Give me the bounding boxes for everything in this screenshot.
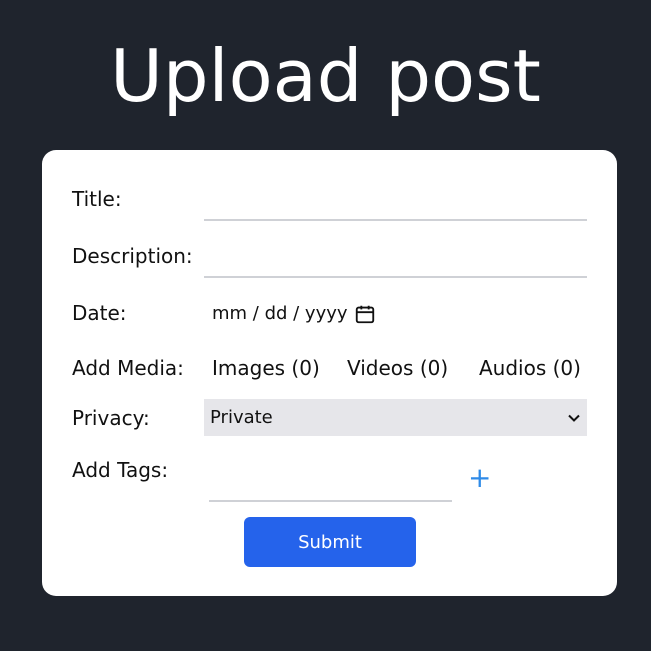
upload-post-page: Upload post Title: Description: Date: mm… (0, 0, 651, 651)
submit-button[interactable]: Submit (244, 517, 416, 567)
page-title: Upload post (110, 34, 541, 118)
upload-form-card: Title: Description: Date: mm / dd / yyyy… (42, 150, 617, 596)
add-tags-label: Add Tags: (72, 458, 169, 482)
title-label: Title: (72, 187, 122, 211)
chevron-down-icon (568, 414, 580, 422)
date-input[interactable]: mm / dd / yyyy (212, 302, 376, 326)
privacy-selected-value: Private (210, 407, 273, 428)
plus-icon: + (468, 461, 492, 494)
add-audios-button[interactable]: Audios (0) (479, 356, 581, 380)
date-label: Date: (72, 301, 127, 325)
title-input[interactable] (204, 188, 587, 221)
privacy-select[interactable]: Private (204, 399, 587, 436)
add-videos-button[interactable]: Videos (0) (347, 356, 448, 380)
calendar-icon[interactable] (354, 303, 376, 325)
description-label: Description: (72, 244, 193, 268)
add-images-button[interactable]: Images (0) (212, 356, 320, 380)
add-tag-button[interactable]: + (468, 463, 491, 493)
tags-input[interactable] (209, 467, 452, 502)
description-input[interactable] (204, 245, 587, 278)
add-media-label: Add Media: (72, 356, 184, 380)
privacy-label: Privacy: (72, 406, 150, 430)
date-placeholder: mm / dd / yyyy (212, 303, 348, 324)
